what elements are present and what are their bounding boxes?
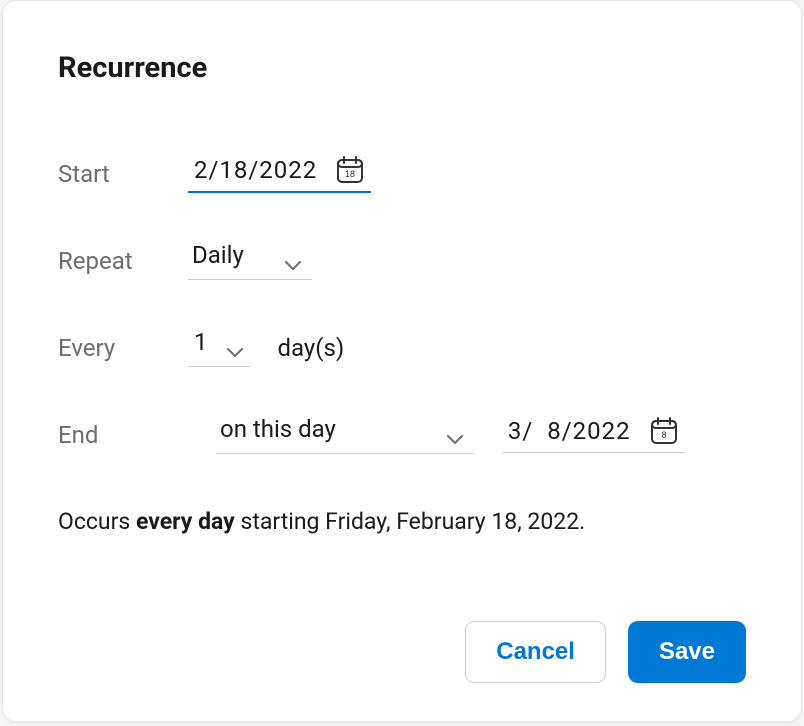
calendar-icon[interactable]: 18 bbox=[335, 155, 365, 185]
every-select[interactable]: 1 bbox=[188, 328, 250, 367]
start-label: Start bbox=[58, 160, 188, 188]
every-label: Every bbox=[58, 334, 188, 362]
chevron-down-icon bbox=[446, 423, 464, 435]
start-date-value: 2/18/2022 bbox=[194, 156, 317, 184]
dialog-title: Recurrence bbox=[58, 51, 746, 85]
end-row: End on this day 3/ 8/2022 8 bbox=[58, 415, 746, 454]
every-value: 1 bbox=[194, 328, 208, 356]
repeat-value: Daily bbox=[192, 241, 244, 269]
recurrence-dialog: Recurrence Start 2/18/2022 18 Repeat Dai… bbox=[2, 0, 802, 722]
chevron-down-icon bbox=[226, 336, 244, 348]
svg-text:8: 8 bbox=[661, 430, 666, 440]
calendar-icon[interactable]: 8 bbox=[649, 416, 679, 446]
end-mode-select[interactable]: on this day bbox=[216, 415, 474, 454]
dialog-buttons: Cancel Save bbox=[465, 621, 746, 683]
repeat-label: Repeat bbox=[58, 247, 188, 275]
summary-suffix: starting Friday, February 18, 2022. bbox=[235, 508, 585, 535]
every-unit: day(s) bbox=[278, 334, 345, 362]
svg-text:18: 18 bbox=[345, 169, 355, 179]
cancel-button[interactable]: Cancel bbox=[465, 621, 606, 683]
chevron-down-icon bbox=[284, 249, 302, 261]
start-date-field[interactable]: 2/18/2022 18 bbox=[188, 155, 371, 193]
save-button[interactable]: Save bbox=[628, 621, 746, 683]
repeat-select[interactable]: Daily bbox=[188, 241, 312, 280]
start-row: Start 2/18/2022 18 bbox=[58, 155, 746, 193]
every-row: Every 1 day(s) bbox=[58, 328, 746, 367]
recurrence-summary: Occurs every day starting Friday, Februa… bbox=[58, 508, 746, 535]
summary-bold: every day bbox=[136, 508, 235, 535]
end-date-field[interactable]: 3/ 8/2022 8 bbox=[502, 416, 685, 453]
summary-prefix: Occurs bbox=[58, 508, 136, 535]
end-label: End bbox=[58, 421, 188, 449]
repeat-row: Repeat Daily bbox=[58, 241, 746, 280]
end-date-value: 3/ 8/2022 bbox=[508, 417, 631, 445]
end-mode-value: on this day bbox=[220, 415, 336, 443]
